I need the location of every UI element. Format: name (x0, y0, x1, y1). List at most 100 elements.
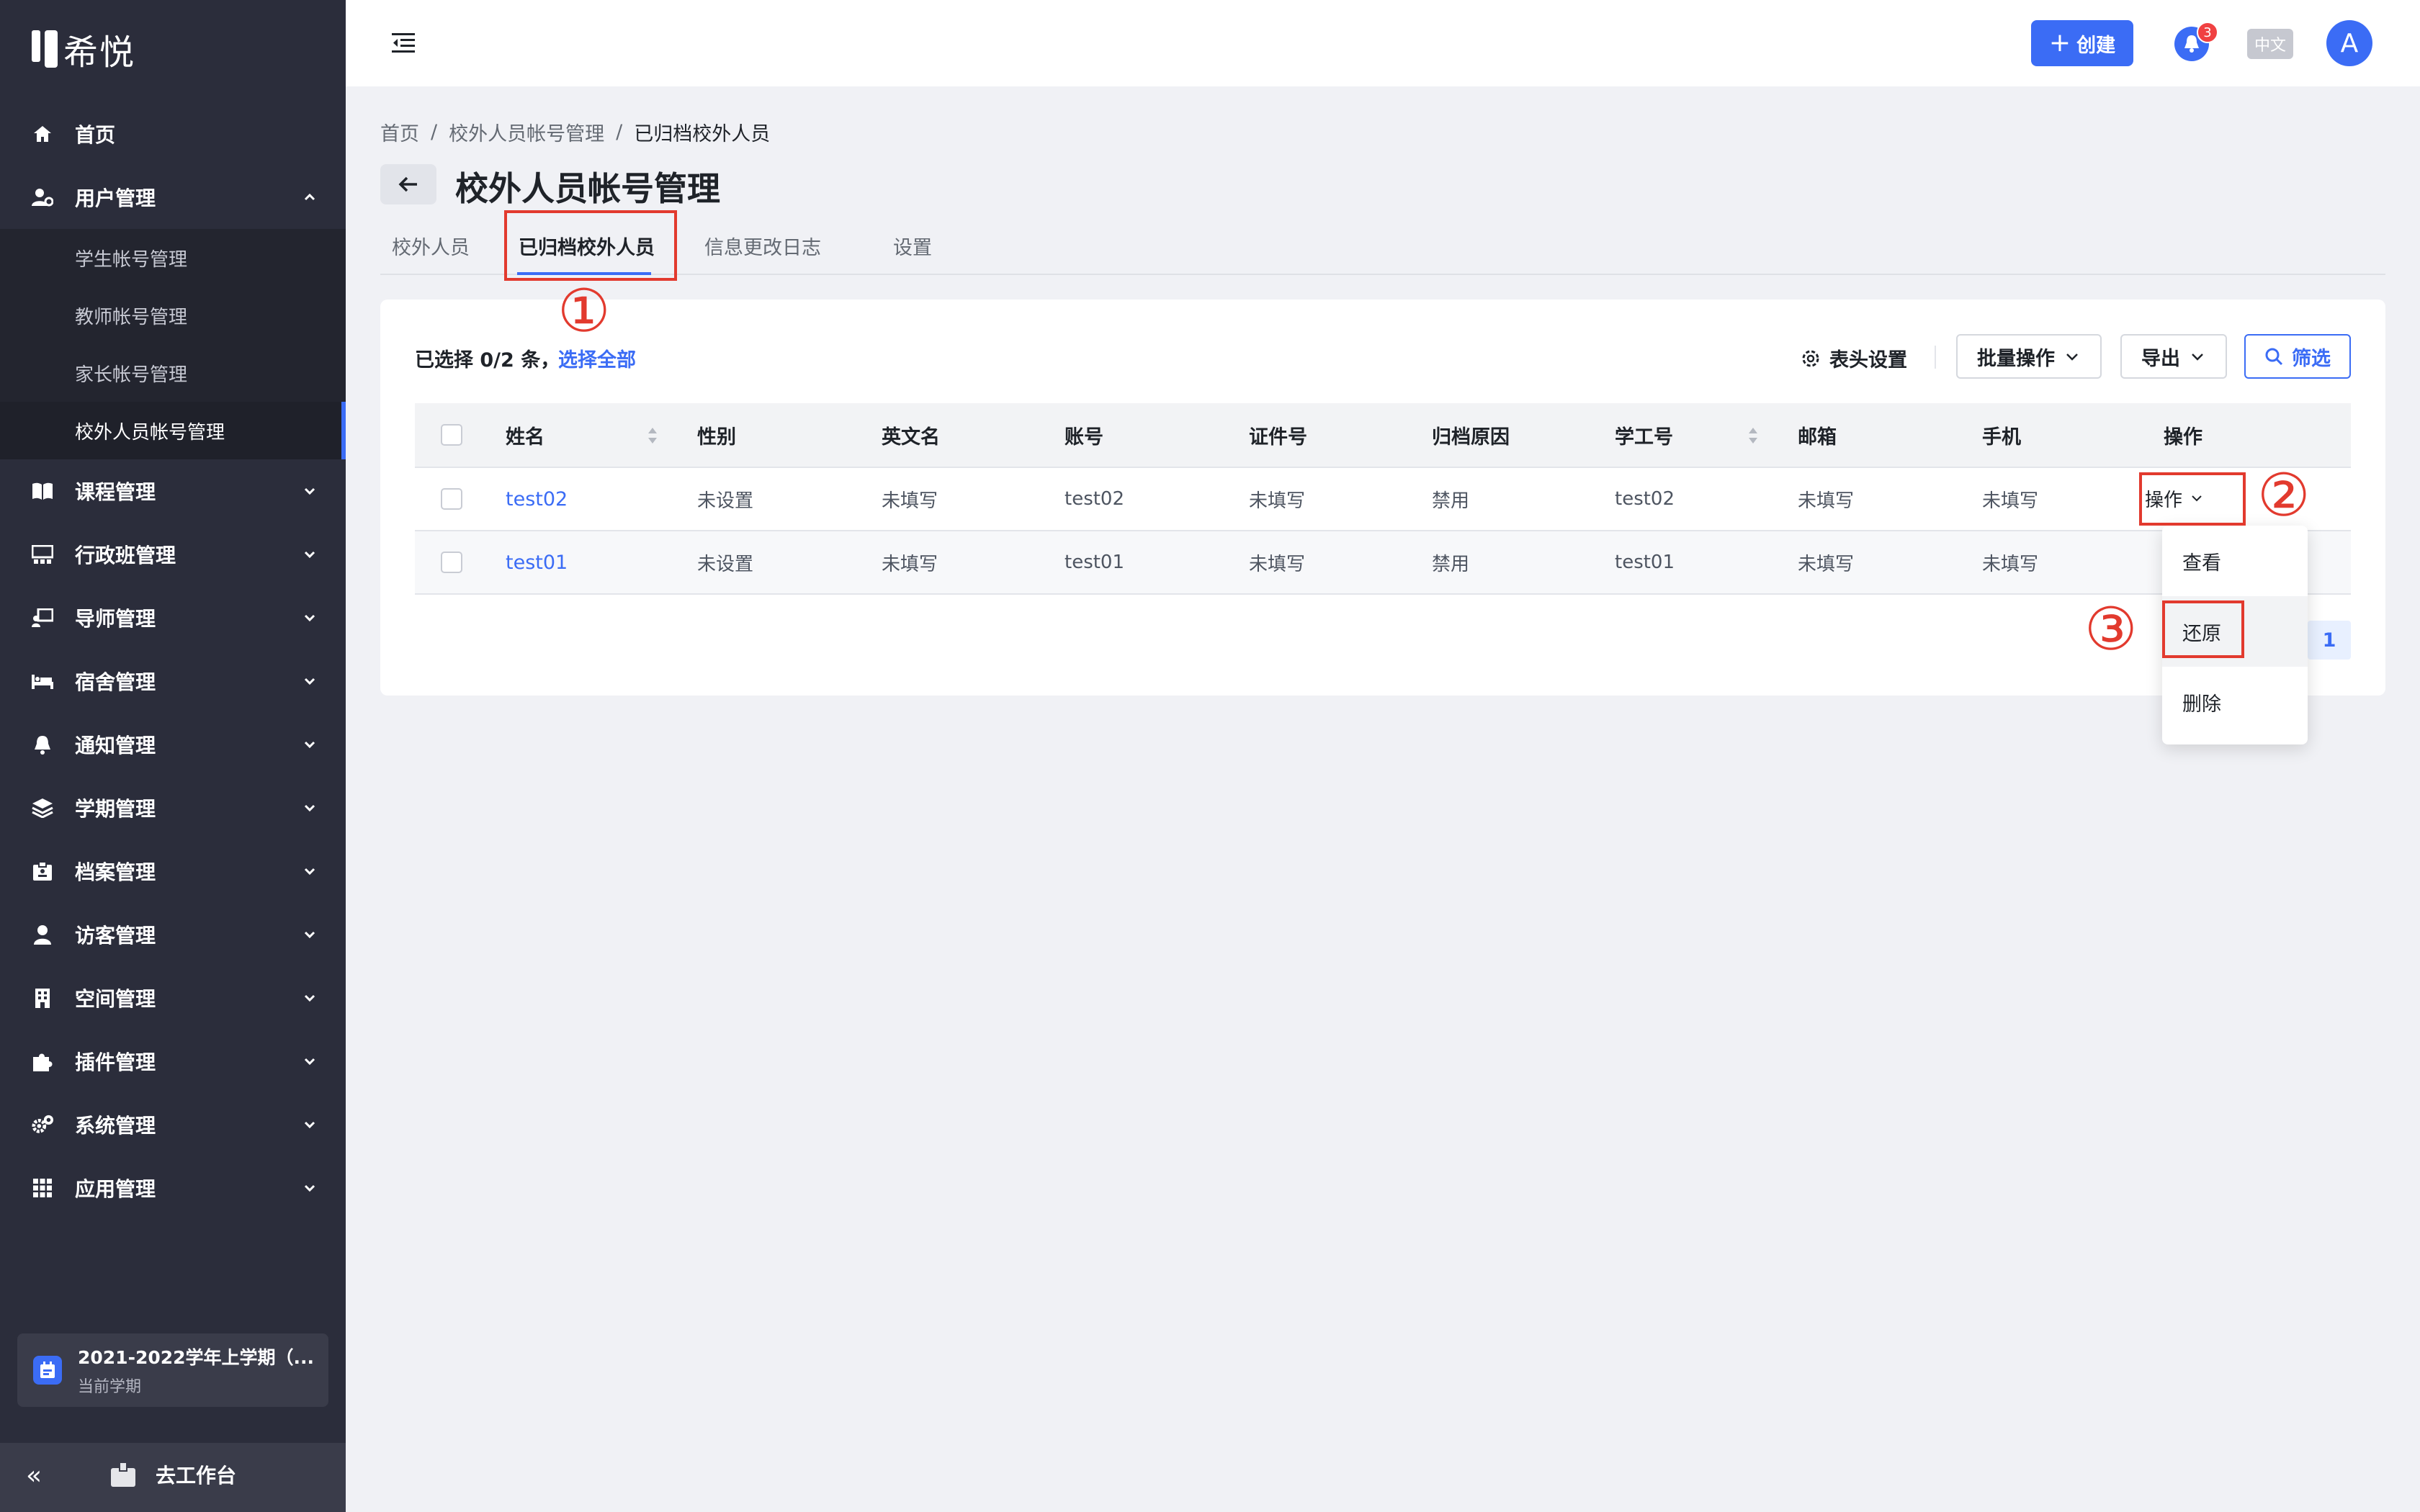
sidebar-item-label: 通知管理 (75, 734, 156, 757)
current-semester-card[interactable]: 2021-2022学年上学期（... 当前学期 (17, 1333, 328, 1407)
tab-bar: 校外人员 已归档校外人员 信息更改日志 设置 (380, 225, 2385, 275)
sidebar-item-course[interactable]: 课程管理 (0, 459, 346, 523)
menu-item-view[interactable]: 查看 (2162, 526, 2308, 596)
tab-external-staff[interactable]: 校外人员 (392, 232, 470, 260)
filter-button[interactable]: 筛选 (2244, 334, 2351, 379)
puzzle-icon (32, 1050, 53, 1072)
menu-fold-icon[interactable] (390, 30, 416, 56)
sidebar-item-label: 用户管理 (75, 186, 156, 210)
select-all-link[interactable]: 选择全部 (558, 344, 636, 372)
select-all-checkbox-cell (441, 403, 462, 467)
sidebar-subitem-teacher-accounts[interactable]: 教师帐号管理 (0, 287, 346, 344)
breadcrumb-separator: / (431, 121, 438, 143)
sidebar-item-user-management[interactable]: 用户管理 (0, 166, 346, 229)
user-gear-icon (32, 186, 53, 208)
logo-text: 希悦 (63, 32, 136, 73)
email-cell: 未填写 (1798, 553, 1855, 575)
gender-cell: 未设置 (697, 490, 754, 512)
sidebar-item-label: 首页 (75, 123, 116, 147)
sidebar-item-semester[interactable]: 学期管理 (0, 776, 346, 840)
sidebar-item-plugin[interactable]: 插件管理 (0, 1030, 346, 1093)
table-header: 姓名 性别 英文名 账号 证件号 归档原因 学工号 邮箱 手机 操作 (415, 403, 2351, 468)
semester-subtitle: 当前学期 (78, 1378, 142, 1396)
header-settings-label: 表头设置 (1829, 349, 1907, 372)
sidebar-item-admin-class[interactable]: 行政班管理 (0, 523, 346, 586)
annotation-number-2: ② (2257, 462, 2311, 530)
sidebar-item-space[interactable]: 空间管理 (0, 966, 346, 1030)
language-switch[interactable]: 中文 (2247, 29, 2293, 59)
go-workbench-button[interactable]: 去工作台 (109, 1460, 236, 1489)
table-row: test02 未设置 未填写 test02 未填写 禁用 test02 未填写 … (415, 468, 2351, 531)
user-submenu: 学生帐号管理 教师帐号管理 家长帐号管理 校外人员帐号管理 (0, 229, 346, 459)
id-number-cell: 未填写 (1249, 490, 1306, 512)
tab-change-log[interactable]: 信息更改日志 (704, 232, 821, 260)
back-button[interactable] (380, 164, 436, 204)
col-header-staff-no[interactable]: 学工号 (1615, 403, 1673, 467)
sidebar-item-dorm[interactable]: 宿舍管理 (0, 649, 346, 713)
table-row: test01 未设置 未填写 test01 未填写 禁用 test01 未填写 … (415, 531, 2351, 595)
select-all-checkbox[interactable] (441, 424, 462, 446)
sidebar-item-home[interactable]: 首页 (0, 102, 346, 166)
col-header-english-name: 英文名 (882, 426, 940, 449)
header-settings-button[interactable]: 表头设置 (1801, 344, 1907, 372)
semester-title: 2021-2022学年上学期（... (78, 1347, 315, 1368)
col-header-name[interactable]: 姓名 (506, 403, 544, 467)
sidebar-item-apps[interactable]: 应用管理 (0, 1156, 346, 1220)
home-icon (32, 123, 53, 145)
sort-icon[interactable] (647, 425, 658, 446)
export-dropdown[interactable]: 导出 (2120, 334, 2227, 379)
sidebar-item-notification[interactable]: 通知管理 (0, 713, 346, 776)
search-icon (2265, 348, 2283, 366)
chevron-down-icon (304, 1184, 315, 1192)
row-checkbox[interactable] (441, 552, 462, 573)
workbench-label: 去工作台 (156, 1464, 237, 1488)
create-button[interactable]: + 创建 (2031, 20, 2133, 66)
top-bar: + 创建 3 中文 A (346, 0, 2420, 86)
archive-reason-cell: 禁用 (1432, 553, 1470, 575)
app-logo[interactable]: 希悦 (32, 27, 136, 73)
sidebar-item-label: 课程管理 (75, 480, 156, 504)
chevron-down-icon (2192, 354, 2203, 361)
tab-settings[interactable]: 设置 (893, 232, 932, 260)
col-header-gender: 性别 (697, 426, 736, 449)
breadcrumb-home[interactable]: 首页 (380, 118, 419, 146)
pagination-page-1[interactable]: 1 (2308, 621, 2351, 660)
name-link[interactable]: test01 (506, 531, 568, 593)
sidebar-subitem-student-accounts[interactable]: 学生帐号管理 (0, 229, 346, 287)
breadcrumb-current: 已归档校外人员 (634, 123, 771, 145)
sidebar-item-archive[interactable]: 档案管理 (0, 840, 346, 903)
collapse-sidebar-icon[interactable]: « (26, 1463, 52, 1490)
chevron-down-icon (304, 1121, 315, 1129)
sidebar-item-mentor[interactable]: 导师管理 (0, 586, 346, 649)
name-link[interactable]: test02 (506, 468, 568, 530)
batch-operations-label: 批量操作 (1977, 347, 2055, 370)
account-cell: test02 (1065, 488, 1125, 510)
phone-cell: 未填写 (1982, 553, 2039, 575)
box-icon (111, 1462, 135, 1487)
breadcrumb-external-accounts[interactable]: 校外人员帐号管理 (449, 118, 604, 146)
toolbar-divider (1935, 346, 1936, 369)
archived-staff-table: 姓名 性别 英文名 账号 证件号 归档原因 学工号 邮箱 手机 操作 test0… (415, 403, 2351, 595)
chevron-down-icon (304, 678, 315, 685)
chevron-down-icon (304, 931, 315, 939)
mentor-icon (32, 607, 53, 629)
sidebar-item-label: 学期管理 (75, 797, 156, 821)
sidebar-item-label: 空间管理 (75, 987, 156, 1011)
staff-no-cell: test02 (1615, 488, 1675, 510)
chevron-down-icon (304, 868, 315, 876)
row-checkbox-cell (441, 531, 462, 593)
sort-icon[interactable] (1747, 425, 1759, 446)
chevron-down-icon (304, 994, 315, 1002)
gears-icon (32, 1114, 53, 1135)
sidebar-subitem-external-accounts[interactable]: 校外人员帐号管理 (0, 402, 346, 459)
sidebar-item-visitor[interactable]: 访客管理 (0, 903, 346, 966)
chevron-down-icon (304, 1058, 315, 1066)
bed-icon (32, 670, 53, 692)
sidebar-item-system[interactable]: 系统管理 (0, 1093, 346, 1156)
menu-item-delete[interactable]: 删除 (2162, 667, 2308, 737)
sidebar-subitem-parent-accounts[interactable]: 家长帐号管理 (0, 344, 346, 402)
row-checkbox[interactable] (441, 488, 462, 510)
batch-operations-dropdown[interactable]: 批量操作 (1956, 334, 2102, 379)
user-avatar[interactable]: A (2326, 20, 2372, 66)
col-header-phone: 手机 (1982, 426, 2021, 449)
